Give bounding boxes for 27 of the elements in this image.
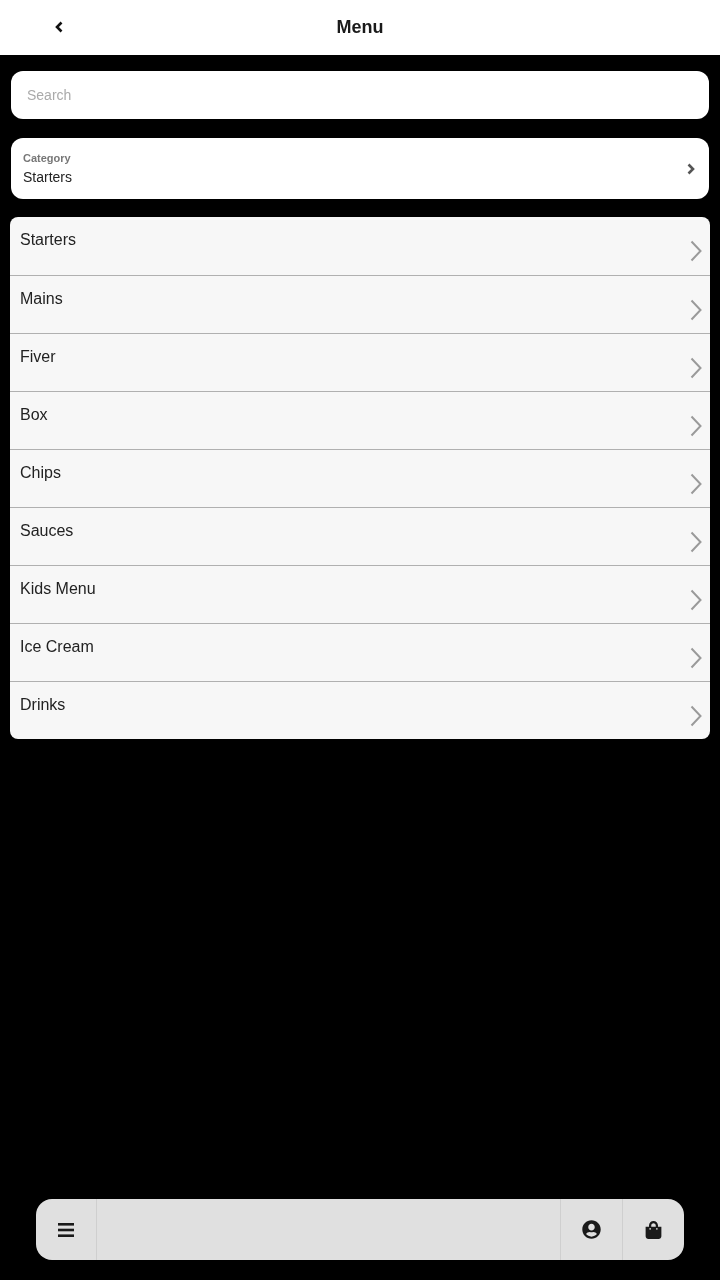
menu-icon: [58, 1222, 74, 1237]
category-label: Category: [23, 150, 72, 165]
category-list-item[interactable]: Mains: [10, 275, 710, 333]
category-selector[interactable]: Category Starters: [11, 138, 709, 199]
category-list-item[interactable]: Box: [10, 391, 710, 449]
chevron-right-icon: [690, 705, 702, 727]
category-list-item[interactable]: Starters: [10, 217, 710, 275]
chevron-right-icon: [690, 531, 702, 553]
chevron-right-icon: [690, 647, 702, 669]
category-value: Starters: [23, 167, 72, 187]
chevron-right-icon: [690, 415, 702, 437]
search-field[interactable]: Search: [11, 71, 709, 119]
category-list-item[interactable]: Fiver: [10, 333, 710, 391]
chevron-right-icon: [690, 589, 702, 611]
chevron-right-icon: [690, 473, 702, 495]
category-list-item[interactable]: Drinks: [10, 681, 710, 739]
shopping-bag-icon: [645, 1220, 662, 1239]
page-title: Menu: [336, 16, 384, 39]
category-list-item[interactable]: Kids Menu: [10, 565, 710, 623]
chevron-right-icon: [687, 162, 695, 175]
category-list-item[interactable]: Ice Cream: [10, 623, 710, 681]
category-list-item[interactable]: Chips: [10, 449, 710, 507]
chevron-right-icon: [690, 357, 702, 379]
category-list-item[interactable]: Sauces: [10, 507, 710, 565]
chevron-right-icon: [690, 240, 702, 262]
back-chevron-icon: [55, 21, 63, 33]
chevron-right-icon: [690, 299, 702, 321]
